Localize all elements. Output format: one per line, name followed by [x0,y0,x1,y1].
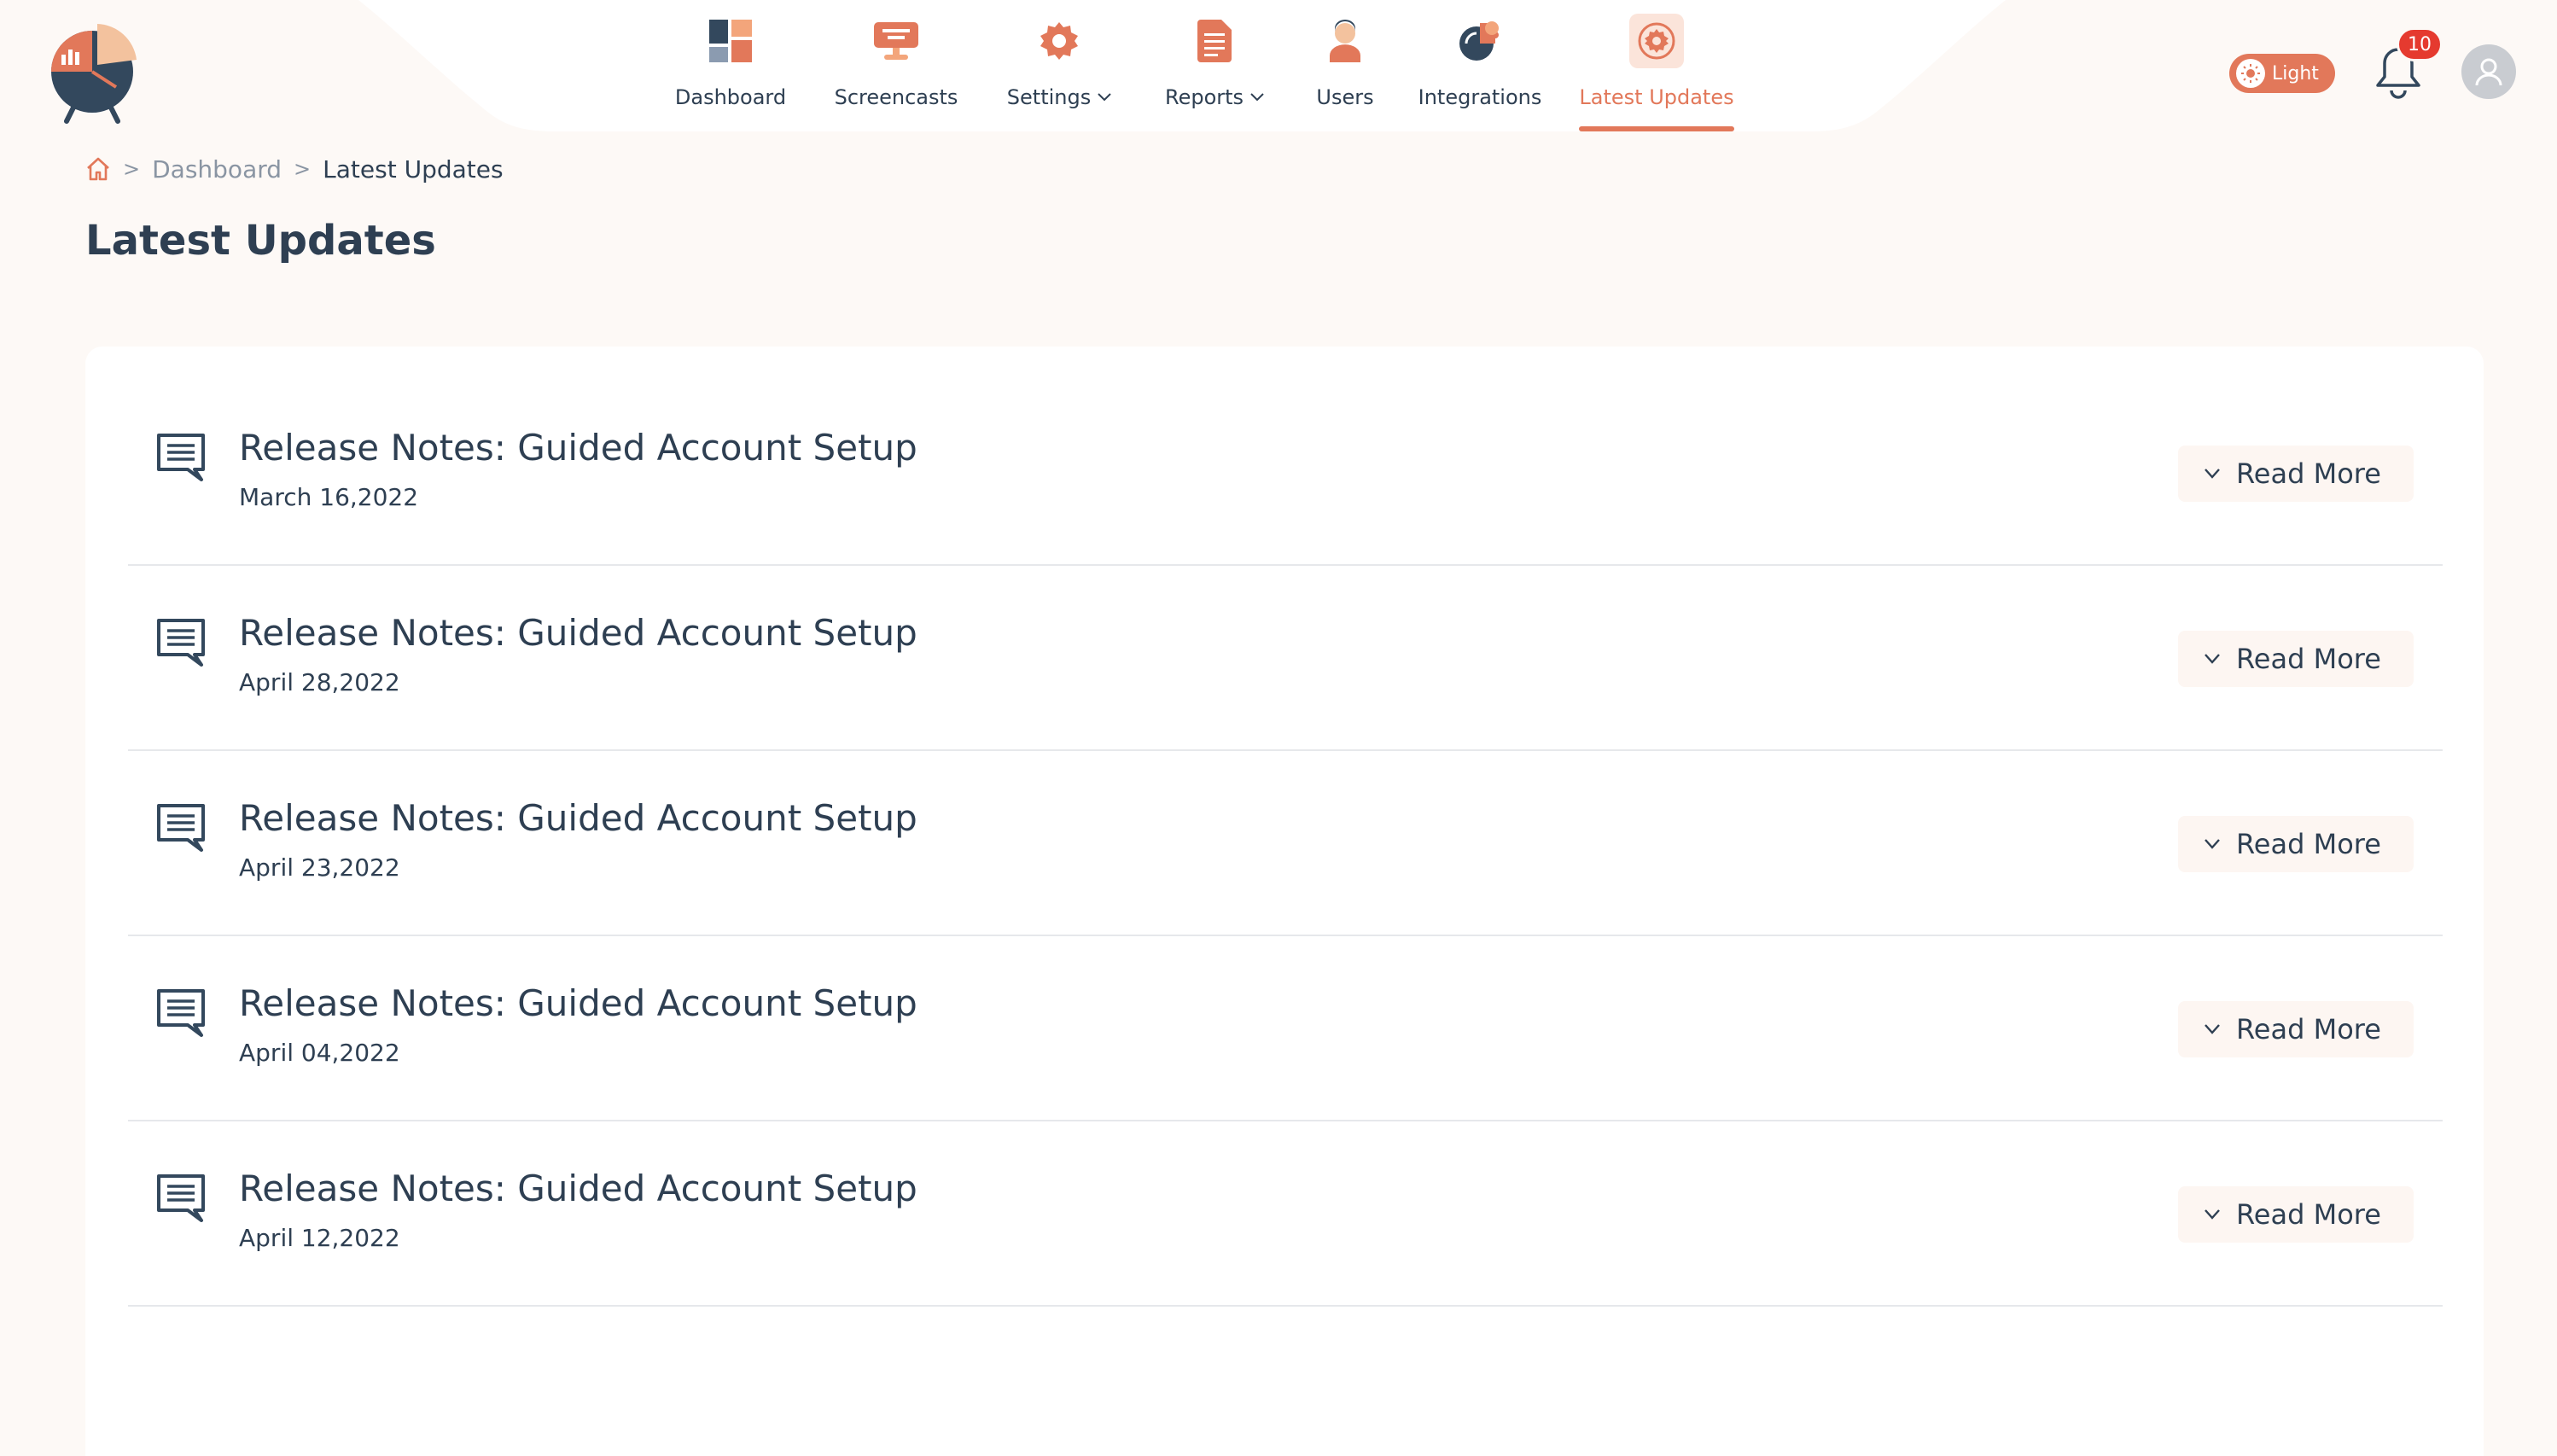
integrations-icon [1453,14,1507,68]
read-more-button[interactable]: Read More [2178,816,2414,872]
read-more-button[interactable]: Read More [2178,631,2414,687]
dashboard-icon [703,14,758,68]
nav-label-users: Users [1316,85,1374,109]
update-title: Release Notes: Guided Account Setup [239,1168,917,1209]
list-item: Release Notes: Guided Account Setup Apri… [128,751,2443,936]
chevron-down-icon [1098,93,1111,102]
update-date: April 23,2022 [239,853,400,882]
settings-icon [1032,14,1086,68]
breadcrumb: > Dashboard > Latest Updates [85,154,504,184]
screencasts-icon [869,14,923,68]
users-icon [1318,14,1372,68]
notification-badge: 10 [2397,27,2443,61]
update-title: Release Notes: Guided Account Setup [239,982,917,1024]
nav-label-reports: Reports [1165,85,1264,109]
sun-icon [2236,59,2265,88]
message-icon [157,989,205,1037]
updates-list: Release Notes: Guided Account Setup Marc… [128,381,2443,1307]
message-icon [157,1174,205,1222]
chevron-down-icon [1250,93,1264,102]
message-icon [157,804,205,852]
active-tab-indicator [1579,126,1734,131]
chevron-down-icon [2205,1209,2220,1220]
updates-card: Release Notes: Guided Account Setup Marc… [85,347,2484,1456]
list-item: Release Notes: Guided Account Setup Apri… [128,566,2443,751]
main-nav: Dashboard Screencasts Settings Reports U… [649,0,1734,133]
page: Dashboard Screencasts Settings Reports U… [0,0,2557,1456]
message-icon [157,619,205,667]
chevron-down-icon [2205,469,2220,479]
nav-label-dashboard: Dashboard [674,85,787,109]
chevron-down-icon [2205,1024,2220,1034]
nav-label-settings: Settings [1007,85,1111,109]
home-icon[interactable] [85,156,111,182]
breadcrumb-current: Latest Updates [323,154,504,183]
nav-item-reports[interactable]: Reports [1139,0,1290,133]
user-icon [2475,58,2502,86]
update-title: Release Notes: Guided Account Setup [239,427,917,469]
latest-updates-icon [1629,14,1684,68]
chevron-down-icon [2205,654,2220,664]
update-title: Release Notes: Guided Account Setup [239,797,917,839]
update-date: April 12,2022 [239,1224,400,1252]
read-more-label: Read More [2236,828,2381,860]
list-item: Release Notes: Guided Account Setup Marc… [128,381,2443,566]
read-more-button[interactable]: Read More [2178,1001,2414,1057]
message-icon [157,434,205,481]
nav-item-dashboard[interactable]: Dashboard [649,0,813,133]
breadcrumb-separator: > [123,157,141,181]
breadcrumb-dashboard[interactable]: Dashboard [152,155,282,183]
theme-label: Light [2272,62,2319,84]
update-date: April 28,2022 [239,668,400,696]
avatar[interactable] [2461,44,2516,99]
read-more-label: Read More [2236,643,2381,675]
nav-item-screencasts[interactable]: Screencasts [813,0,980,133]
read-more-label: Read More [2236,1013,2381,1045]
breadcrumb-separator: > [294,157,312,181]
settings-label-text: Settings [1006,85,1092,109]
list-item: Release Notes: Guided Account Setup Apri… [128,936,2443,1121]
nav-label-latest-updates: Latest Updates [1579,85,1734,109]
theme-toggle[interactable]: Light [2229,54,2335,93]
read-more-label: Read More [2236,1198,2381,1231]
update-date: April 04,2022 [239,1039,400,1067]
app-logo[interactable] [48,20,143,125]
read-more-button[interactable]: Read More [2178,1186,2414,1243]
nav-item-latest-updates[interactable]: Latest Updates [1579,0,1734,133]
page-title: Latest Updates [85,217,436,265]
nav-item-settings[interactable]: Settings [980,0,1139,133]
list-item: Release Notes: Guided Account Setup Apri… [128,1121,2443,1307]
nav-label-screencasts: Screencasts [834,85,958,109]
read-more-label: Read More [2236,457,2381,490]
chevron-down-icon [2205,839,2220,849]
reports-label-text: Reports [1164,85,1244,109]
nav-item-integrations[interactable]: Integrations [1400,0,1560,133]
reports-icon [1187,14,1242,68]
read-more-button[interactable]: Read More [2178,446,2414,502]
update-date: March 16,2022 [239,483,419,511]
nav-label-integrations: Integrations [1418,85,1542,109]
nav-item-users[interactable]: Users [1290,0,1400,133]
update-title: Release Notes: Guided Account Setup [239,612,917,654]
